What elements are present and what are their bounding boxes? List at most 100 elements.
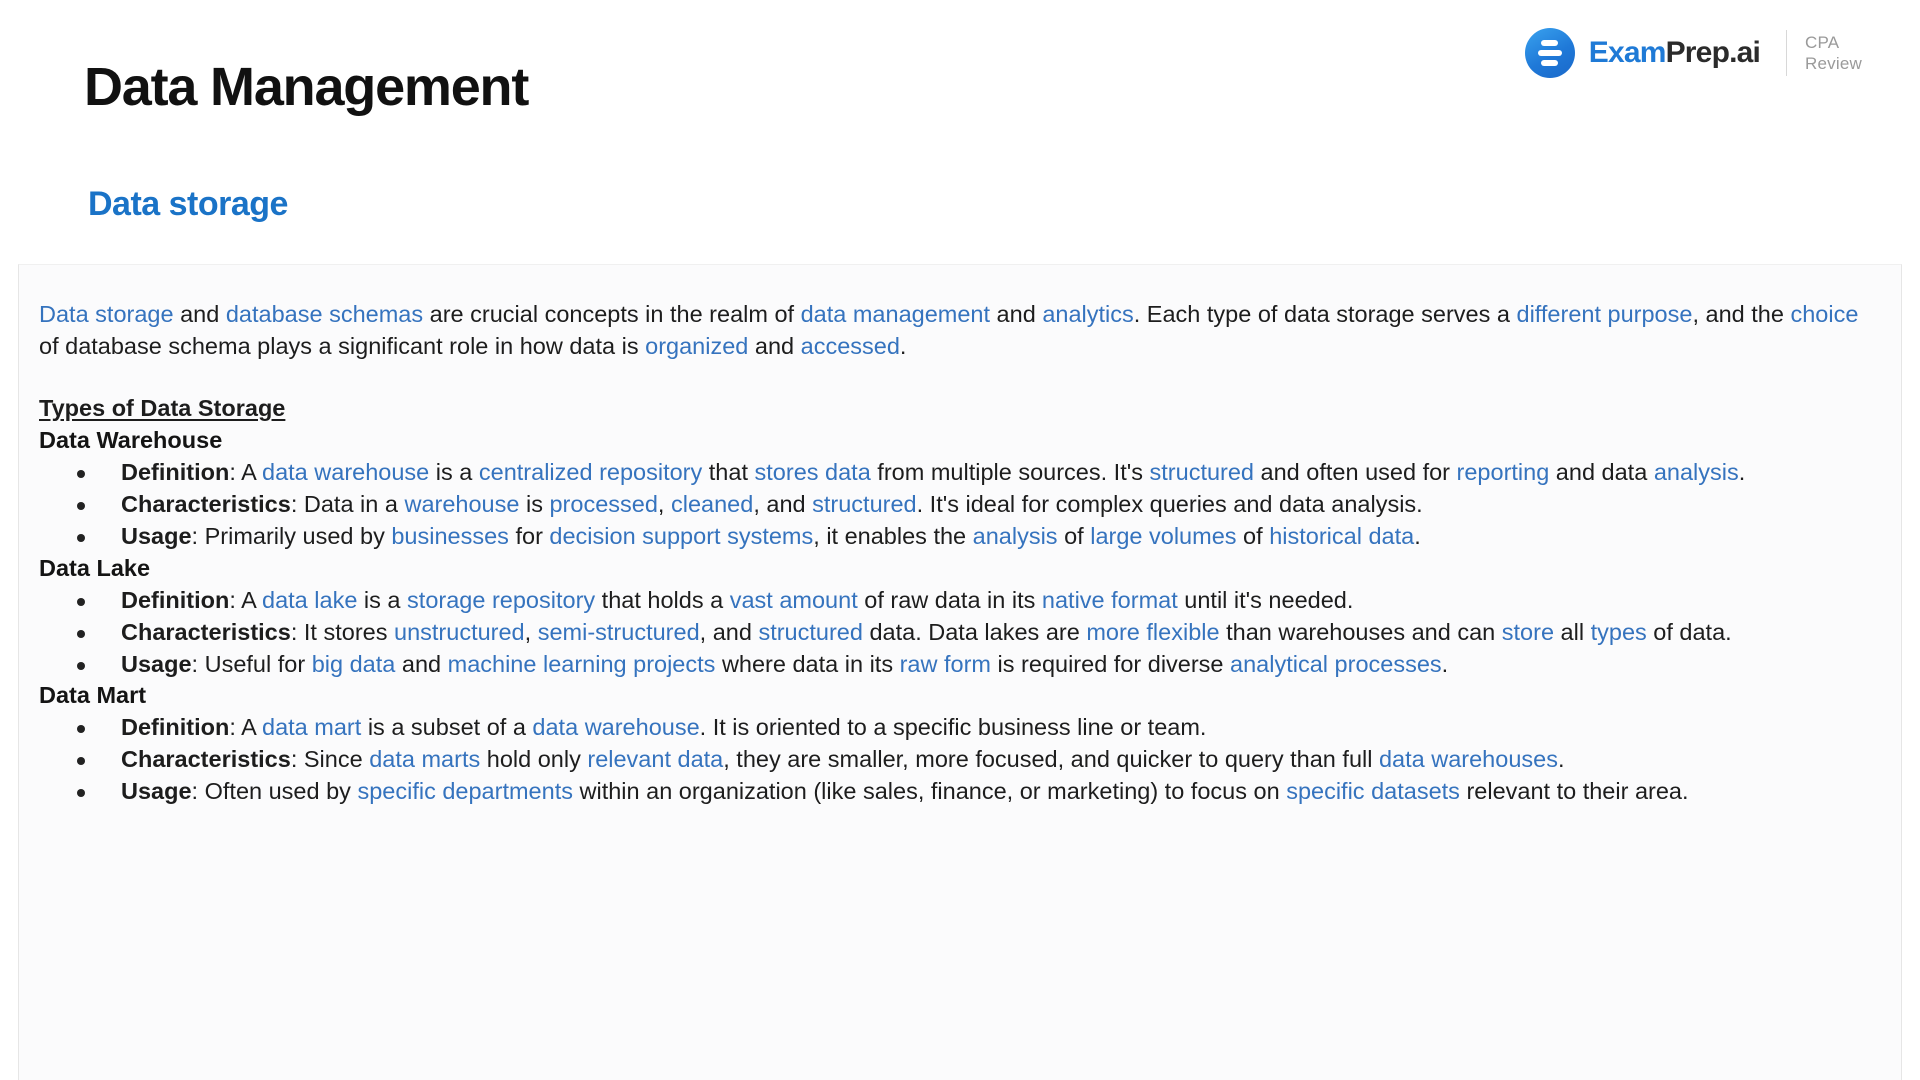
inline-link[interactable]: data lake: [262, 587, 357, 613]
inline-text: until it's needed.: [1177, 586, 1354, 613]
inline-text: hold only: [480, 746, 588, 773]
inline-link[interactable]: data management: [801, 301, 990, 327]
inline-link[interactable]: structured: [1150, 459, 1255, 485]
inline-text: of raw data in its: [857, 586, 1042, 613]
inline-link[interactable]: decision support systems: [549, 523, 813, 549]
list-item: Characteristics: It stores unstructured,…: [39, 617, 1871, 649]
inline-link[interactable]: different purpose: [1517, 301, 1693, 327]
inline-text: .: [1557, 746, 1565, 773]
inline-link[interactable]: reporting: [1457, 459, 1550, 485]
inline-link[interactable]: analysis: [973, 523, 1058, 549]
inline-link[interactable]: data warehouse: [262, 459, 429, 485]
inline-link[interactable]: relevant data: [587, 746, 723, 772]
inline-link[interactable]: large volumes: [1090, 523, 1236, 549]
page-root: Data Management Data storage ExamPrep.ai…: [0, 0, 1920, 1080]
brand-logo[interactable]: ExamPrep.ai CPA Review: [1524, 28, 1862, 78]
page-header: Data Management Data storage ExamPrep.ai…: [0, 0, 1920, 264]
bullet-label: Characteristics: [121, 618, 291, 645]
bullet-label: Characteristics: [121, 490, 291, 517]
list-item: Definition: A data lake is a storage rep…: [39, 585, 1871, 617]
brand-word-secondary: Prep.ai: [1665, 36, 1761, 69]
inline-link[interactable]: stores data: [755, 459, 871, 485]
inline-link[interactable]: database schemas: [226, 301, 423, 327]
inline-link[interactable]: Data storage: [39, 301, 174, 327]
bullet-dot-icon: [77, 629, 85, 638]
storage-type-heading: Data Mart: [39, 682, 147, 709]
bullet-label: Usage: [121, 650, 192, 677]
inline-link[interactable]: big data: [312, 651, 396, 677]
inline-text: where data in its: [715, 650, 900, 677]
inline-text: is a subset of a: [361, 714, 533, 741]
inline-link[interactable]: storage repository: [407, 587, 595, 613]
inline-link[interactable]: analytical processes: [1230, 651, 1442, 677]
inline-link[interactable]: organized: [645, 333, 748, 359]
inline-text: .: [1441, 650, 1449, 677]
content-panel: Data storage and database schemas are cr…: [18, 264, 1902, 1080]
bullet-label: Characteristics: [121, 746, 291, 773]
bullet-dot-icon: [77, 757, 85, 766]
inline-text: .: [1414, 522, 1421, 549]
storage-type-bullet-list: Definition: A data mart is a subset of a…: [39, 712, 1871, 808]
inline-text: ,: [657, 490, 671, 517]
inline-link[interactable]: structured: [812, 491, 917, 517]
types-heading-row: Types of Data Storage: [39, 393, 1871, 425]
inline-link[interactable]: analytics: [1042, 301, 1133, 327]
logo-bar-middle: [1537, 50, 1562, 56]
inline-text: are crucial concepts in the realm of: [423, 301, 801, 327]
inline-link[interactable]: specific datasets: [1286, 778, 1460, 804]
inline-link[interactable]: specific departments: [357, 778, 573, 804]
list-item: Characteristics: Since data marts hold o…: [39, 744, 1871, 776]
brand-word-primary: Exam: [1588, 36, 1667, 69]
inline-text: : Data in a: [290, 490, 405, 517]
inline-link[interactable]: semi-structured: [538, 619, 700, 645]
inline-text: , and the: [1692, 301, 1791, 327]
inline-text: within an organization (like sales, fina…: [572, 778, 1287, 805]
inline-text: of database schema plays a significant r…: [39, 332, 646, 359]
inline-link[interactable]: businesses: [391, 523, 509, 549]
inline-link[interactable]: choice: [1790, 301, 1858, 327]
inline-link[interactable]: accessed: [801, 333, 900, 359]
inline-link[interactable]: data warehouses: [1379, 746, 1558, 772]
inline-text: .: [899, 332, 907, 359]
inline-text: from multiple sources. It's: [870, 458, 1150, 485]
bullet-dot-icon: [77, 661, 85, 670]
inline-text: of data.: [1646, 618, 1732, 645]
storage-type-heading: Data Warehouse: [39, 426, 223, 453]
inline-link[interactable]: raw form: [900, 651, 991, 677]
list-item: Characteristics: Data in a warehouse is …: [39, 489, 1871, 521]
inline-link[interactable]: unstructured: [394, 619, 525, 645]
bullet-dot-icon: [77, 597, 85, 606]
bullet-dot-icon: [77, 725, 85, 734]
inline-link[interactable]: cleaned: [671, 491, 753, 517]
inline-link[interactable]: historical data: [1269, 523, 1414, 549]
inline-link[interactable]: types: [1591, 619, 1647, 645]
inline-text: : Often used by: [191, 778, 358, 805]
inline-link[interactable]: machine learning projects: [448, 651, 716, 677]
inline-link[interactable]: store: [1502, 619, 1554, 645]
inline-link[interactable]: vast amount: [730, 587, 858, 613]
inline-link[interactable]: structured: [758, 619, 863, 645]
inline-link[interactable]: data warehouse: [532, 714, 699, 740]
logo-bar-bottom: [1541, 60, 1559, 66]
inline-link[interactable]: more flexible: [1086, 619, 1219, 645]
bullet-label: Definition: [121, 586, 230, 613]
inline-link[interactable]: centralized repository: [479, 459, 702, 485]
inline-text: : A: [229, 586, 263, 613]
storage-sections: Data Warehouse Definition: A data warehou…: [39, 425, 1871, 808]
inline-text: and: [990, 301, 1043, 327]
inline-link[interactable]: data marts: [369, 746, 480, 772]
inline-link[interactable]: warehouse: [404, 491, 519, 517]
inline-text: of: [1057, 522, 1091, 549]
inline-text: and: [173, 301, 226, 327]
inline-text: and often used for: [1254, 458, 1457, 485]
inline-text: . Each type of data storage serves a: [1133, 301, 1517, 327]
storage-type-heading: Data Lake: [39, 554, 151, 581]
inline-link[interactable]: analysis: [1654, 459, 1739, 485]
inline-link[interactable]: data mart: [262, 714, 361, 740]
inline-text: : Primarily used by: [191, 522, 392, 549]
bullet-label: Usage: [121, 522, 192, 549]
inline-link[interactable]: native format: [1042, 587, 1178, 613]
inline-text: and: [748, 332, 801, 359]
inline-link[interactable]: processed: [549, 491, 657, 517]
